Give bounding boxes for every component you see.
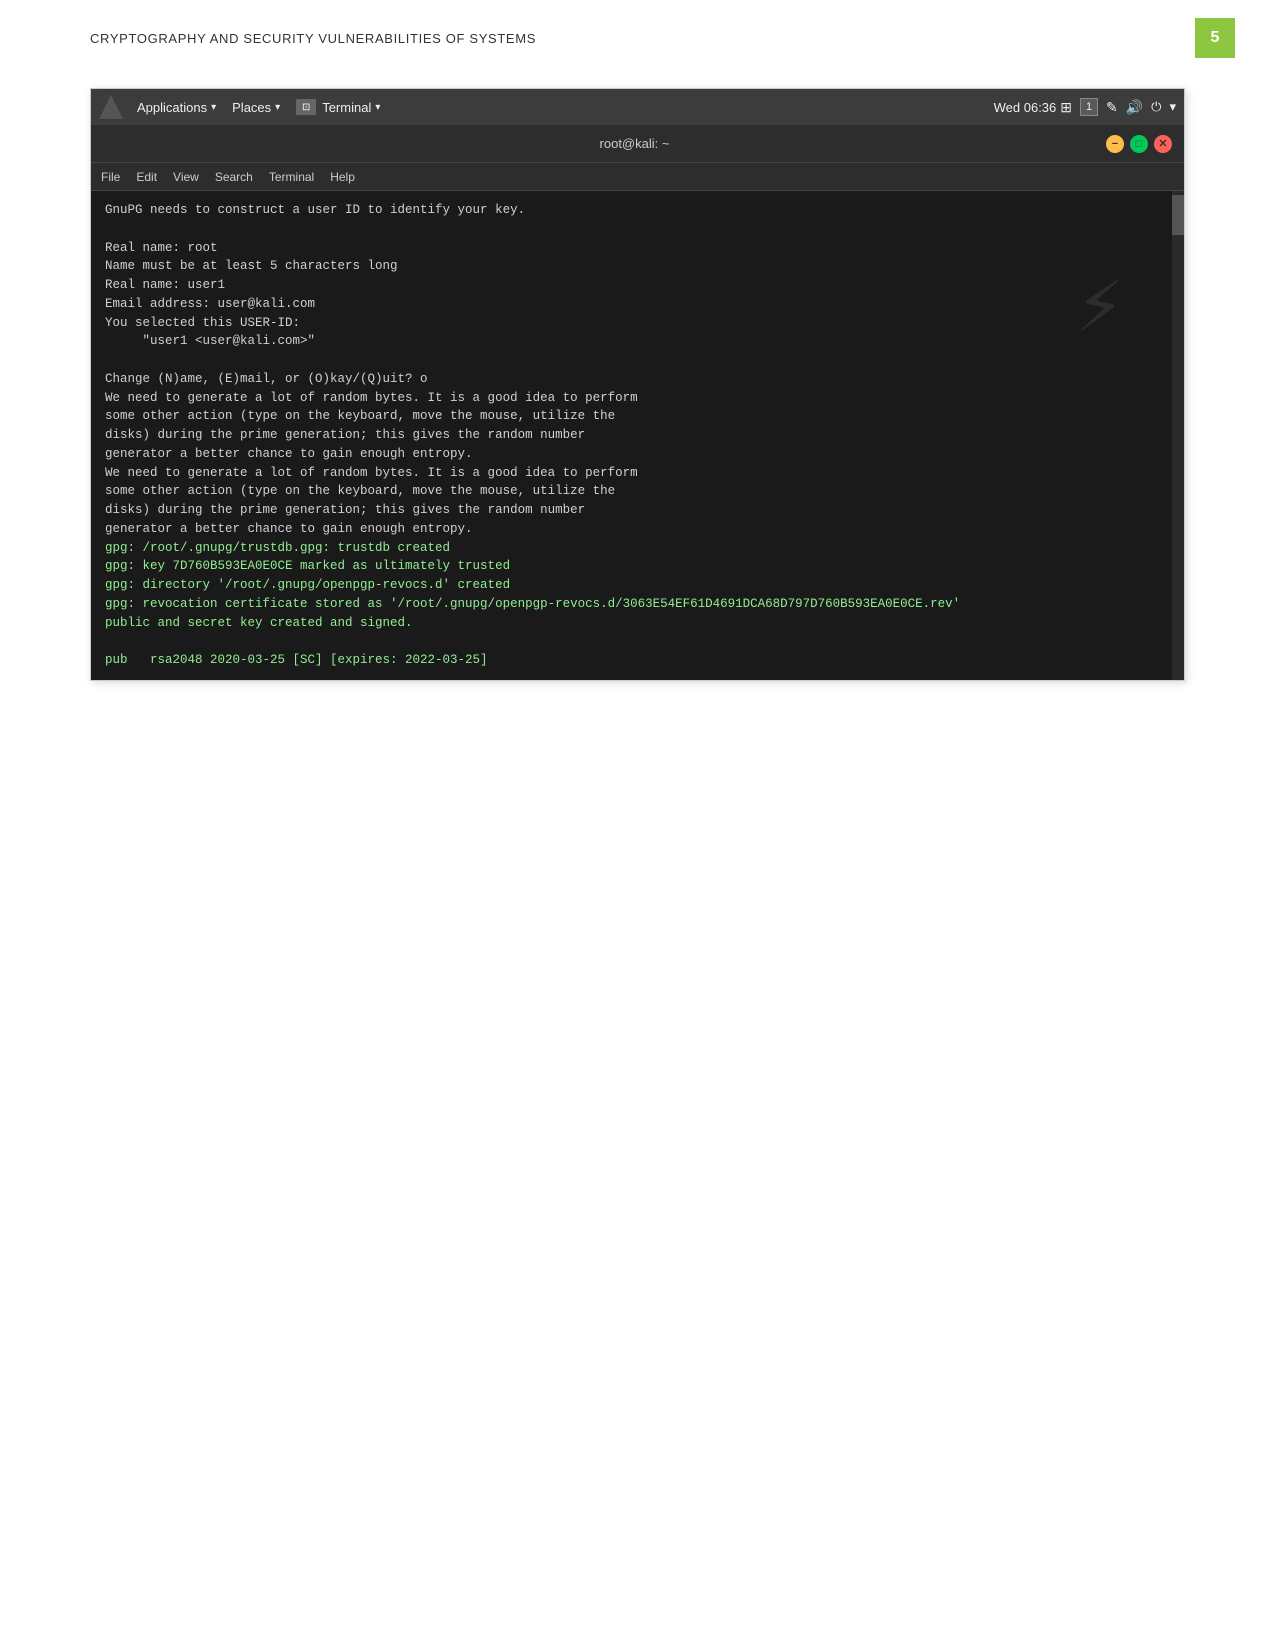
- terminal-line: pub rsa2048 2020-03-25 [SC] [expires: 20…: [105, 651, 1170, 670]
- applications-chevron-icon: ▾: [211, 102, 216, 113]
- workspace-badge[interactable]: 1: [1080, 98, 1098, 116]
- terminal-line: Name must be at least 5 characters long: [105, 257, 1170, 276]
- terminal-line: Change (N)ame, (E)mail, or (O)kay/(Q)uit…: [105, 370, 1170, 389]
- terminal-line: gpg: directory '/root/.gnupg/openpgp-rev…: [105, 576, 1170, 595]
- terminal-line: GnuPG needs to construct a user ID to id…: [105, 201, 1170, 220]
- terminal-line: generator a better chance to gain enough…: [105, 520, 1170, 539]
- terminal-body[interactable]: ⚡ GnuPG needs to construct a user ID to …: [91, 191, 1184, 680]
- menu-help[interactable]: Help: [330, 170, 355, 184]
- page-header: CRYPTOGRAPHY AND SECURITY VULNERABILITIE…: [0, 0, 1275, 68]
- terminal-menubar: File Edit View Search Terminal Help: [91, 163, 1184, 191]
- maximize-button[interactable]: □: [1130, 135, 1148, 153]
- menu-search[interactable]: Search: [215, 170, 253, 184]
- page-number-badge: 5: [1195, 18, 1235, 58]
- terminal-line: [105, 351, 1170, 370]
- terminal-line: gpg: revocation certificate stored as '/…: [105, 595, 1170, 614]
- taskbar-terminal[interactable]: ⊡ Terminal ▾: [290, 97, 386, 117]
- kali-logo-icon: [99, 95, 123, 119]
- terminal-line: You selected this USER-ID:: [105, 314, 1170, 333]
- terminal-line: [105, 220, 1170, 239]
- menu-icon[interactable]: ▾: [1169, 99, 1176, 115]
- terminal-line: [105, 632, 1170, 651]
- taskbar-right: ⊞ 1 ✎ 🔊 ⏻ ▾: [1060, 98, 1176, 116]
- taskbar-clock: Wed 06:36: [994, 100, 1057, 115]
- terminal-line: Email address: user@kali.com: [105, 295, 1170, 314]
- taskbar-places[interactable]: Places ▾: [226, 98, 286, 117]
- minimize-button[interactable]: −: [1106, 135, 1124, 153]
- terminal-line: public and secret key created and signed…: [105, 614, 1170, 633]
- taskbar-applications[interactable]: Applications ▾: [131, 98, 222, 117]
- terminal-line: generator a better chance to gain enough…: [105, 445, 1170, 464]
- terminal-line: some other action (type on the keyboard,…: [105, 482, 1170, 501]
- power-icon: ⏻: [1151, 99, 1161, 115]
- menu-view[interactable]: View: [173, 170, 199, 184]
- page-title: CRYPTOGRAPHY AND SECURITY VULNERABILITIE…: [90, 31, 536, 46]
- terminal-chevron-icon: ▾: [375, 102, 380, 113]
- terminal-content: GnuPG needs to construct a user ID to id…: [105, 201, 1170, 670]
- menu-file[interactable]: File: [101, 170, 120, 184]
- terminal-line: We need to generate a lot of random byte…: [105, 389, 1170, 408]
- places-chevron-icon: ▾: [275, 102, 280, 113]
- terminal-line: disks) during the prime generation; this…: [105, 501, 1170, 520]
- terminal-line: Real name: root: [105, 239, 1170, 258]
- terminal-title: root@kali: ~: [163, 136, 1106, 151]
- terminal-icon: ⊡: [296, 99, 316, 115]
- terminal-line: "user1 <user@kali.com>": [105, 332, 1170, 351]
- terminal-line: disks) during the prime generation; this…: [105, 426, 1170, 445]
- terminal-controls: − □ ✕: [1106, 135, 1172, 153]
- edit-icon: ✎: [1106, 99, 1118, 116]
- terminal-line: Real name: user1: [105, 276, 1170, 295]
- network-icon: ⊞: [1060, 99, 1072, 116]
- terminal-line: some other action (type on the keyboard,…: [105, 407, 1170, 426]
- menu-terminal[interactable]: Terminal: [269, 170, 314, 184]
- terminal-line: gpg: key 7D760B593EA0E0CE marked as ulti…: [105, 557, 1170, 576]
- scrollbar[interactable]: [1172, 191, 1184, 680]
- taskbar: Applications ▾ Places ▾ ⊡ Terminal ▾ Wed…: [91, 89, 1184, 125]
- terminal-line: We need to generate a lot of random byte…: [105, 464, 1170, 483]
- sound-icon: 🔊: [1126, 99, 1143, 116]
- screenshot-container: Applications ▾ Places ▾ ⊡ Terminal ▾ Wed…: [90, 88, 1185, 681]
- close-button[interactable]: ✕: [1154, 135, 1172, 153]
- terminal-titlebar: root@kali: ~ − □ ✕: [91, 125, 1184, 163]
- terminal-window: root@kali: ~ − □ ✕ File Edit View Search…: [91, 125, 1184, 680]
- terminal-line: gpg: /root/.gnupg/trustdb.gpg: trustdb c…: [105, 539, 1170, 558]
- menu-edit[interactable]: Edit: [136, 170, 157, 184]
- scrollbar-thumb[interactable]: [1172, 195, 1184, 235]
